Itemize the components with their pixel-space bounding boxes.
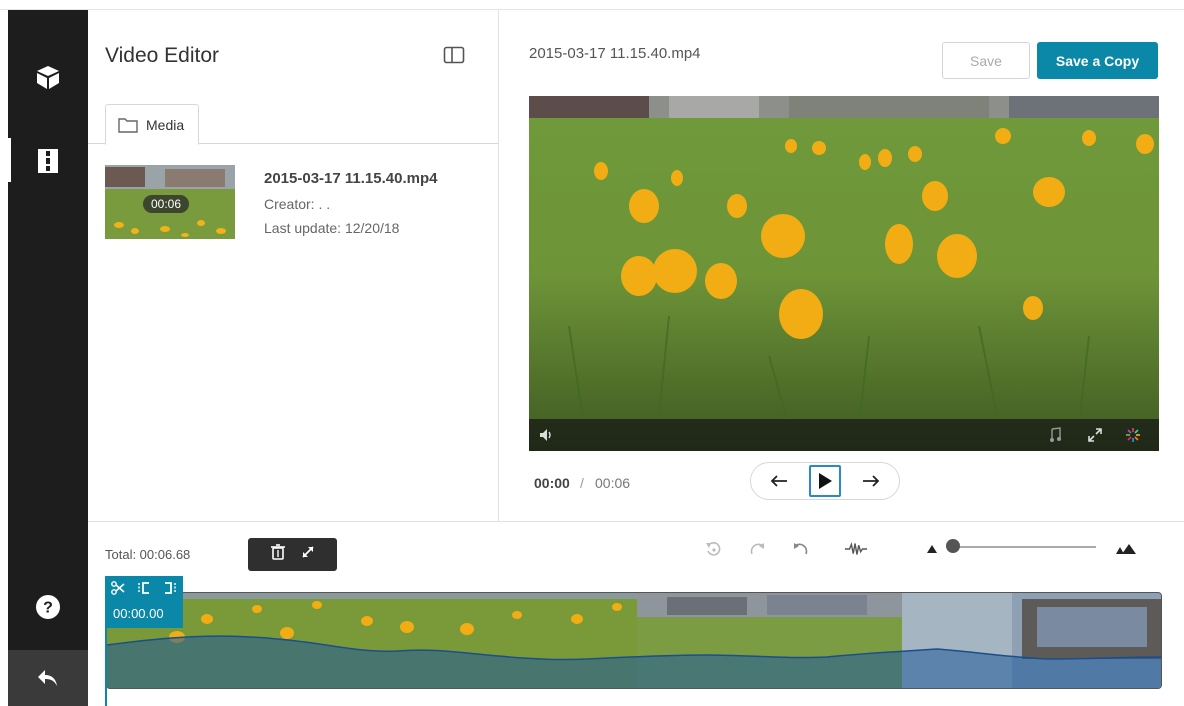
help-button[interactable]: ? — [8, 580, 88, 634]
cube-icon — [37, 66, 59, 89]
audio-track-button[interactable] — [1045, 425, 1065, 445]
sidebar-item-home[interactable] — [8, 50, 88, 104]
svg-text:?: ? — [43, 600, 53, 617]
fullscreen-button[interactable] — [1085, 425, 1105, 445]
play-button[interactable] — [809, 465, 841, 497]
trash-icon — [270, 544, 285, 560]
folder-icon — [118, 117, 138, 133]
top-border — [0, 0, 1184, 10]
time-separator: / — [580, 475, 584, 491]
back-arrow-icon — [38, 670, 57, 686]
tab-media-label: Media — [146, 116, 185, 133]
undo-button[interactable] — [788, 537, 812, 561]
player-file-name: 2015-03-17 11.15.40.mp4 — [529, 45, 701, 62]
media-item-creator: Creator: . . — [264, 196, 331, 212]
undo-icon — [794, 543, 808, 555]
help-icon: ? — [36, 595, 60, 619]
film-strip-icon — [38, 149, 58, 173]
video-preview[interactable] — [529, 96, 1159, 451]
transport-controls — [750, 462, 900, 500]
clip-toolbar — [248, 538, 337, 571]
trim-start-button[interactable] — [137, 581, 151, 598]
media-item-title[interactable]: 2015-03-17 11.15.40.mp4 — [264, 170, 437, 187]
scissors-icon — [111, 581, 125, 595]
timeline-clip-strip — [107, 593, 1161, 688]
redo-button[interactable] — [746, 537, 770, 561]
previous-frame-button[interactable] — [763, 465, 795, 497]
music-note-icon — [1050, 427, 1061, 442]
spinner-icon — [1126, 428, 1140, 442]
panel-layout-icon — [443, 46, 465, 64]
zoom-in-button[interactable] — [1114, 537, 1138, 561]
app-window: ? Video Editor Media 00:06 2015-03-17 11… — [0, 0, 1184, 706]
arrow-right-icon — [863, 475, 880, 487]
arrow-left-icon — [770, 475, 787, 487]
save-copy-button[interactable]: Save a Copy — [1037, 42, 1158, 79]
redo-icon — [750, 543, 764, 555]
page-title: Video Editor — [105, 44, 220, 67]
playhead-tools — [111, 581, 177, 598]
current-time: 00:00 — [534, 475, 570, 491]
zoom-in-icon — [1116, 544, 1136, 554]
split-button[interactable] — [111, 581, 125, 598]
total-duration-label: Total: 00:06.68 — [105, 547, 191, 562]
reset-button[interactable] — [702, 537, 726, 561]
volume-button[interactable] — [537, 425, 557, 445]
trim-end-icon — [165, 582, 176, 594]
media-item-last-update: Last update: 12/20/18 — [264, 220, 400, 236]
video-control-bar — [529, 419, 1159, 451]
player-panel: 2015-03-17 11.15.40.mp4 Save Save a Copy — [500, 10, 1184, 521]
delete-clip-button[interactable] — [270, 544, 286, 565]
timeline-panel: Total: 00:06.68 00:00.00 — [88, 521, 1184, 706]
audio-waveform-button[interactable] — [844, 537, 868, 561]
tab-row: Media — [88, 104, 499, 145]
trim-start-icon — [138, 582, 149, 594]
sidebar: ? — [8, 10, 88, 706]
media-item[interactable]: 00:06 2015-03-17 11.15.40.mp4 Creator: .… — [105, 165, 485, 241]
resize-clip-button[interactable] — [300, 544, 316, 565]
sidebar-item-editor[interactable] — [8, 134, 88, 188]
total-duration: 00:06 — [595, 475, 631, 491]
waveform-icon — [844, 541, 868, 555]
media-thumbnail[interactable]: 00:06 — [105, 165, 235, 239]
zoom-slider-track[interactable] — [954, 546, 1096, 548]
zoom-out-icon — [927, 545, 937, 553]
reset-icon — [706, 542, 721, 556]
loading-button[interactable] — [1123, 425, 1143, 445]
playhead-line[interactable] — [105, 628, 107, 706]
next-frame-button[interactable] — [855, 465, 887, 497]
play-icon — [819, 473, 832, 489]
trim-end-button[interactable] — [163, 581, 177, 598]
panel-toggle-button[interactable] — [442, 44, 466, 66]
expand-icon — [1088, 428, 1102, 442]
zoom-out-button[interactable] — [920, 537, 944, 561]
duration-badge: 00:06 — [143, 195, 189, 213]
save-button[interactable]: Save — [942, 42, 1030, 79]
timeline-track[interactable] — [106, 592, 1162, 689]
tab-media[interactable]: Media — [105, 104, 200, 145]
resize-icon — [301, 546, 314, 558]
video-frame — [529, 96, 1159, 451]
media-panel: Video Editor Media 00:06 2015-03-17 11.1… — [88, 10, 499, 521]
back-button[interactable] — [8, 650, 88, 706]
volume-icon — [540, 429, 551, 441]
playhead-time: 00:00.00 — [113, 606, 164, 621]
zoom-slider-handle[interactable] — [946, 539, 960, 553]
playhead[interactable]: 00:00.00 — [105, 576, 183, 628]
